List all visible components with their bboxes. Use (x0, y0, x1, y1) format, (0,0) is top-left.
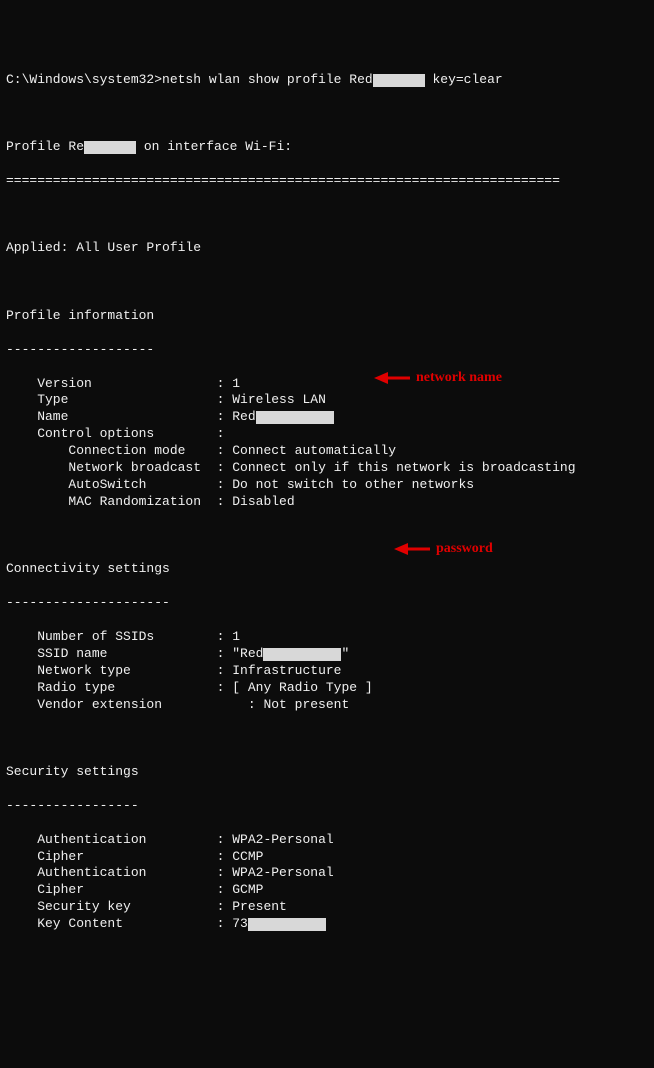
redacted-block (263, 648, 341, 661)
kv-row: Authentication : WPA2-Personal (6, 865, 648, 882)
kv-label: AutoSwitch : (6, 477, 232, 492)
kv-value: WPA2-Personal (232, 865, 333, 880)
cmd-suffix: key=clear (425, 72, 503, 87)
annotation-password: password (394, 540, 493, 558)
kv-label: SSID name : (6, 646, 232, 661)
kv-value: [ Any Radio Type ] (232, 680, 372, 695)
kv-label: Control options : (6, 426, 232, 441)
kv-value: "Red (232, 646, 263, 661)
kv-row: Network type : Infrastructure (6, 663, 648, 680)
kv-row: SSID name : "Red " (6, 646, 648, 663)
applied: Applied: All User Profile (6, 240, 648, 257)
kv-row: AutoSwitch : Do not switch to other netw… (6, 477, 648, 494)
kv-label: Network type : (6, 663, 232, 678)
arrow-left-icon (374, 370, 410, 386)
kv-label: Type : (6, 392, 232, 407)
kv-row: Cipher : GCMP (6, 882, 648, 899)
section-dash: --------------------- (6, 595, 648, 612)
kv-row: Security key : Present (6, 899, 648, 916)
kv-row: Name : Red (6, 409, 648, 426)
kv-value: CCMP (232, 849, 263, 864)
annotation-label: network name (416, 369, 502, 387)
cmd-prefix: netsh wlan show profile Red (162, 72, 373, 87)
annotation-network-name: network name (374, 369, 502, 387)
blank (6, 274, 648, 291)
kv-row: Key Content : 73 (6, 916, 648, 933)
kv-value: 73 (232, 916, 248, 931)
redacted-block (373, 74, 425, 87)
blank (6, 207, 648, 224)
kv-label: Version : (6, 376, 232, 391)
kv-value: Connect automatically (232, 443, 396, 458)
section-dash: ----------------- (6, 798, 648, 815)
separator: ========================================… (6, 173, 648, 190)
redacted-block (84, 141, 136, 154)
kv-value: Connect only if this network is broadcas… (232, 460, 575, 475)
profile-suffix: on interface Wi-Fi: (136, 139, 292, 154)
blank (6, 105, 648, 122)
security-rows: Authentication : WPA2-Personal Cipher : … (6, 832, 648, 933)
kv-value-suffix: " (341, 646, 349, 661)
section-title: Security settings (6, 764, 648, 781)
blank (6, 528, 648, 545)
kv-label: Authentication : (6, 865, 232, 880)
kv-row: Radio type : [ Any Radio Type ] (6, 680, 648, 697)
kv-label: Vendor extension (6, 697, 217, 712)
kv-label: Security key : (6, 899, 232, 914)
kv-value: GCMP (232, 882, 263, 897)
profile-rows: Version : 1 Type : Wireless LAN Name : R… (6, 376, 648, 511)
kv-label: Network broadcast : (6, 460, 232, 475)
blank (6, 730, 648, 747)
connectivity-rows: Number of SSIDs : 1 SSID name : "Red " Ne… (6, 629, 648, 713)
section-title: Connectivity settings (6, 561, 648, 578)
kv-row: Control options : (6, 426, 648, 443)
kv-row: Vendor extension : Not present (6, 697, 648, 714)
kv-value: WPA2-Personal (232, 832, 333, 847)
kv-value: : Not present (217, 697, 350, 712)
kv-label: Name : (6, 409, 232, 424)
kv-row: Type : Wireless LAN (6, 392, 648, 409)
kv-row: Authentication : WPA2-Personal (6, 832, 648, 849)
kv-label: Cipher : (6, 882, 232, 897)
kv-value: 1 (232, 376, 240, 391)
kv-value: Present (232, 899, 287, 914)
redacted-block (256, 411, 334, 424)
kv-label: Authentication : (6, 832, 232, 847)
kv-value: Wireless LAN (232, 392, 326, 407)
kv-row: Number of SSIDs : 1 (6, 629, 648, 646)
kv-row: Cipher : CCMP (6, 849, 648, 866)
kv-row: Network broadcast : Connect only if this… (6, 460, 648, 477)
kv-value: Infrastructure (232, 663, 341, 678)
kv-value: 1 (232, 629, 240, 644)
kv-label: MAC Randomization : (6, 494, 232, 509)
kv-label: Key Content : (6, 916, 232, 931)
arrow-left-icon (394, 541, 430, 557)
profile-header: Profile Re on interface Wi-Fi: (6, 139, 648, 156)
kv-value: Red (232, 409, 255, 424)
redacted-block (248, 918, 326, 931)
kv-label: Radio type : (6, 680, 232, 695)
kv-label: Connection mode : (6, 443, 232, 458)
prompt-path: C:\Windows\system32> (6, 72, 162, 87)
kv-row: MAC Randomization : Disabled (6, 494, 648, 511)
kv-row: Connection mode : Connect automatically (6, 443, 648, 460)
kv-label: Number of SSIDs : (6, 629, 232, 644)
kv-row: Version : 1 (6, 376, 648, 393)
section-dash: ------------------- (6, 342, 648, 359)
section-title: Profile information (6, 308, 648, 325)
annotation-label: password (436, 540, 493, 558)
kv-value: Do not switch to other networks (232, 477, 474, 492)
kv-value: Disabled (232, 494, 294, 509)
cmd-line: C:\Windows\system32>netsh wlan show prof… (6, 72, 648, 89)
kv-label: Cipher : (6, 849, 232, 864)
profile-prefix: Profile Re (6, 139, 84, 154)
